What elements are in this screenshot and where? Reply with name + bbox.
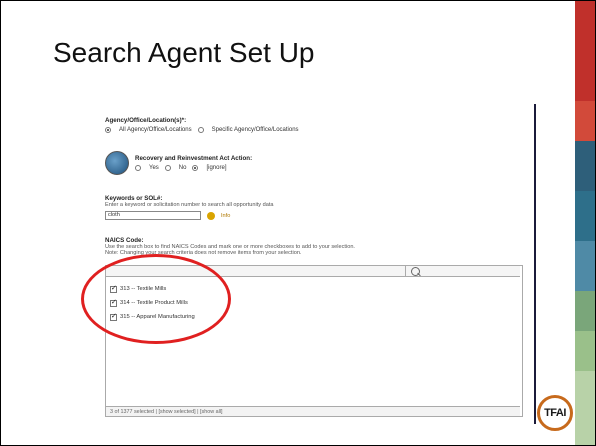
tfai-logo: TFAI bbox=[537, 395, 573, 431]
recovery-yes-radio[interactable] bbox=[135, 165, 141, 171]
search-icon[interactable] bbox=[411, 267, 420, 276]
naics-selection-box: 313 -- Textile Mills 314 -- Textile Prod… bbox=[105, 265, 523, 417]
recovery-yes-label: Yes bbox=[149, 165, 159, 171]
naics-search-input[interactable] bbox=[106, 266, 406, 276]
stripe-segment bbox=[575, 51, 595, 101]
recovery-no-label: No bbox=[178, 165, 187, 171]
naics-checkbox[interactable] bbox=[110, 284, 117, 293]
info-icon[interactable] bbox=[207, 211, 215, 220]
search-agent-form: Agency/Office/Location(s)*: All Agency/O… bbox=[103, 113, 523, 435]
naics-section: NAICS Code: Use the search box to find N… bbox=[105, 237, 521, 256]
agency-specific-label: Specific Agency/Office/Locations bbox=[211, 127, 299, 133]
naics-item[interactable]: 313 -- Textile Mills bbox=[110, 282, 510, 296]
naics-footer[interactable]: 3 of 1377 selected | [show selected] | [… bbox=[106, 406, 520, 416]
slide: Search Agent Set Up Agency/Office/Locati… bbox=[0, 0, 596, 446]
stripe-segment bbox=[575, 141, 595, 191]
recovery-ignore-radio[interactable] bbox=[192, 165, 199, 171]
recovery-section: Recovery and Reinvestment Act Action: Ye… bbox=[105, 151, 252, 175]
agency-label: Agency/Office/Location(s)*: bbox=[105, 117, 187, 124]
agency-all-radio[interactable] bbox=[105, 127, 111, 133]
naics-list: 313 -- Textile Mills 314 -- Textile Prod… bbox=[110, 282, 510, 324]
naics-item-label: 315 -- Apparel Manufacturing bbox=[120, 314, 195, 320]
naics-checkbox[interactable] bbox=[110, 298, 117, 307]
stripe-segment bbox=[575, 1, 595, 51]
naics-checkbox[interactable] bbox=[110, 312, 117, 321]
agency-section: Agency/Office/Location(s)*: All Agency/O… bbox=[105, 117, 299, 133]
keywords-info-link[interactable]: Info bbox=[221, 213, 230, 219]
recovery-act-seal-icon bbox=[105, 151, 129, 175]
naics-label: NAICS Code: bbox=[105, 237, 144, 244]
keywords-section: Keywords or SOL#: Enter a keyword or sol… bbox=[105, 195, 274, 220]
keywords-help: Enter a keyword or solicitation number t… bbox=[105, 202, 274, 208]
keywords-label: Keywords or SOL#: bbox=[105, 195, 163, 202]
stripe-segment bbox=[575, 191, 595, 241]
stripe-segment bbox=[575, 291, 595, 331]
agency-all-label: All Agency/Office/Locations bbox=[119, 127, 192, 133]
recovery-label: Recovery and Reinvestment Act Action: bbox=[135, 155, 253, 162]
stripe-segment bbox=[575, 241, 595, 291]
recovery-no-radio[interactable] bbox=[164, 165, 171, 171]
stripe-segment bbox=[575, 371, 595, 445]
naics-item[interactable]: 315 -- Apparel Manufacturing bbox=[110, 310, 510, 324]
naics-item[interactable]: 314 -- Textile Product Mills bbox=[110, 296, 510, 310]
naics-search-bar bbox=[106, 266, 520, 277]
naics-item-label: 314 -- Textile Product Mills bbox=[120, 300, 188, 306]
stripe-segment bbox=[575, 101, 595, 141]
stripe-segment bbox=[575, 331, 595, 371]
naics-help-2: Note: Changing your search criteria does… bbox=[105, 250, 302, 256]
slide-title: Search Agent Set Up bbox=[53, 37, 315, 68]
keywords-input[interactable]: cloth bbox=[105, 211, 201, 220]
recovery-ignore-label: [ignore] bbox=[206, 165, 227, 171]
vertical-divider bbox=[534, 104, 536, 424]
logo-text: TFAI bbox=[544, 407, 566, 419]
sidebar-color-stripe bbox=[575, 1, 595, 445]
naics-item-label: 313 -- Textile Mills bbox=[120, 286, 167, 292]
agency-specific-radio[interactable] bbox=[197, 127, 204, 133]
